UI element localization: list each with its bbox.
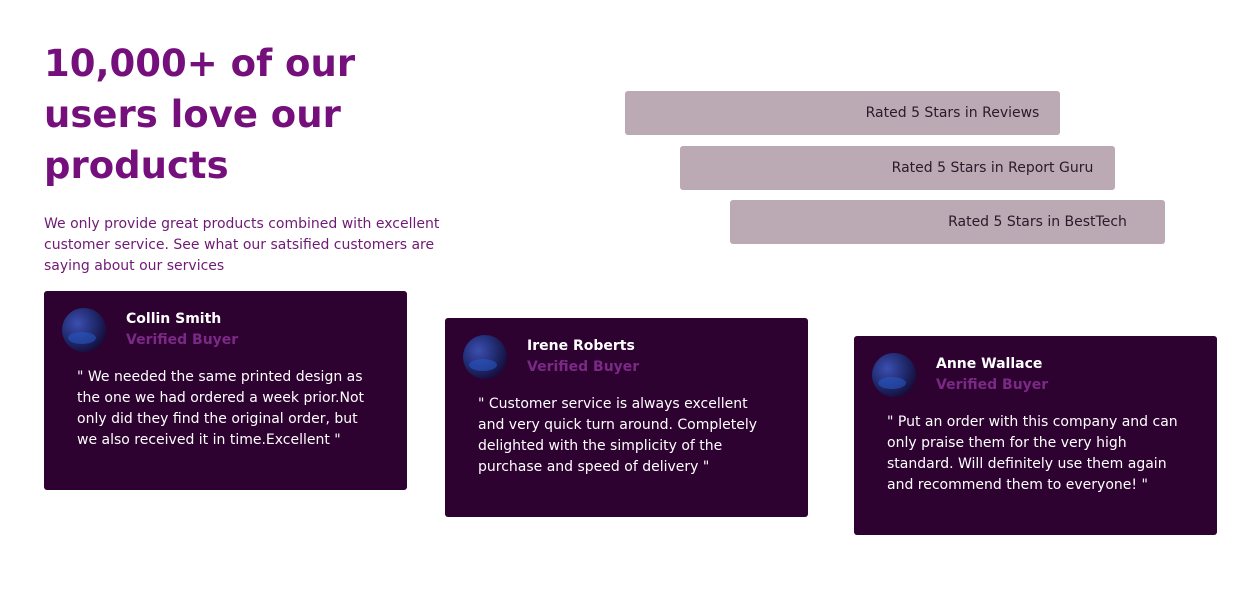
rating-label: Rated 5 Stars in BestTech [948,214,1127,230]
avatar [463,335,507,379]
testimonial-card: Anne Wallace Verified Buyer " Put an ord… [854,336,1217,535]
intro-text: We only provide great products combined … [44,216,440,274]
rating-bar-reviews: Rated 5 Stars in Reviews [625,91,1060,135]
rating-bar-report-guru: Rated 5 Stars in Report Guru [680,146,1115,190]
rating-bar-besttech: Rated 5 Stars in BestTech [730,200,1165,244]
avatar [62,308,106,352]
verified-badge: Verified Buyer [936,377,1049,393]
verified-badge: Verified Buyer [527,359,640,375]
rating-label: Rated 5 Stars in Report Guru [891,160,1094,176]
rating-label: Rated 5 Stars in Reviews [865,105,1040,121]
reviewer-name: Collin Smith [126,311,222,327]
avatar [872,353,916,397]
testimonial-quote: " Customer service is always excellent a… [478,396,758,475]
testimonial-quote: " Put an order with this company and can… [887,414,1178,493]
reviewer-name: Irene Roberts [527,338,635,354]
reviewer-name: Anne Wallace [936,356,1043,372]
verified-badge: Verified Buyer [126,332,239,348]
testimonial-card: Irene Roberts Verified Buyer " Customer … [445,318,808,517]
testimonial-quote: " We needed the same printed design as t… [77,369,365,448]
testimonial-card: Collin Smith Verified Buyer " We needed … [44,291,407,490]
page-title: 10,000+ of our users love our products [44,42,356,187]
